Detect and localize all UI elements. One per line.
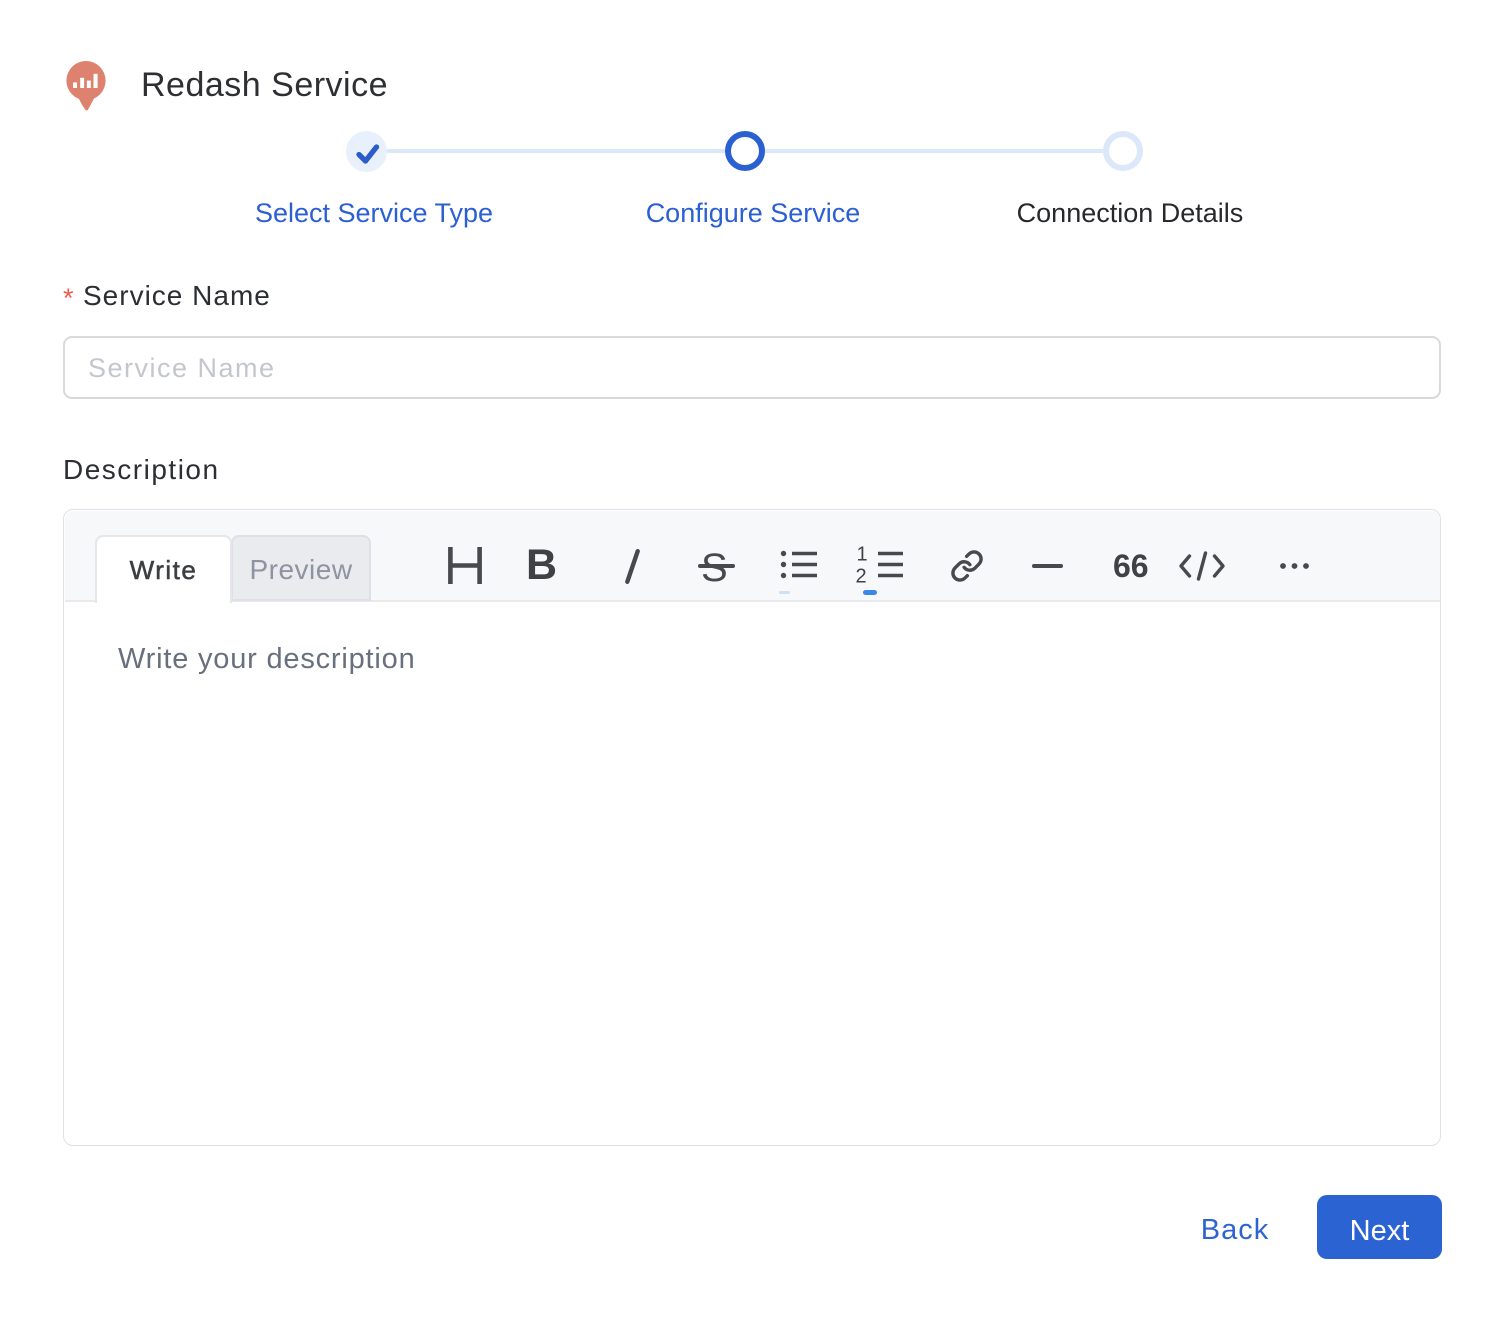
svg-text:2: 2: [856, 566, 867, 587]
svg-text:1: 1: [857, 546, 868, 566]
